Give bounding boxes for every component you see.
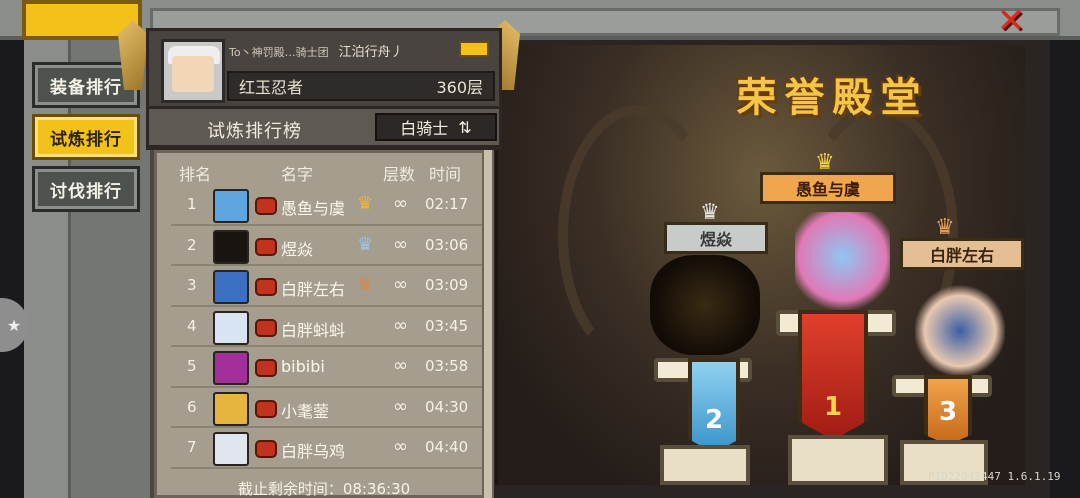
leaderboard-header-bar: 试炼排行榜 白骑士 ⇅ [146, 106, 502, 148]
class-selector-label: 白骑士 [400, 119, 449, 138]
pet-icon [255, 399, 277, 418]
row-player-name: 煜焱 [281, 239, 314, 259]
row-avatar [213, 229, 249, 264]
class-selector-button[interactable]: 白骑士 ⇅ [375, 113, 497, 141]
table-header: 排名 名字 层数 时间 [157, 161, 491, 185]
row-player-name: 白胖左右 [281, 280, 346, 299]
row-rank: 2 [187, 235, 197, 254]
first-place-nameplate: 愚鱼与虞 [760, 172, 896, 204]
row-player-name: bibibi [281, 357, 325, 376]
row-time: 03:58 [425, 357, 469, 375]
close-button[interactable]: ✕ [990, 1, 1032, 41]
row-rank: 6 [187, 397, 197, 416]
column-name: 名字 [281, 165, 314, 184]
pet-icon [255, 359, 277, 377]
pillar-base-1 [788, 435, 888, 485]
banner-rank-2: 2 [688, 358, 740, 453]
first-place-character [795, 212, 890, 312]
player-name: 红玉忍者 [239, 78, 304, 97]
row-floors: ∞ [393, 193, 408, 214]
leaderboard-table: 排名 名字 层数 时间 1 愚鱼与虞 ♛ ∞ 02:17 2 煜焱 ♛ ∞ 03:06 3 白胖左右 ♛… [154, 150, 494, 498]
table-row[interactable]: 5 bibibi ∞ 03:58 [171, 347, 487, 388]
row-rank: 1 [187, 195, 197, 213]
row-time: 03:45 [425, 316, 469, 335]
banner-rank-3: 3 [924, 375, 972, 445]
row-player-name: 白胖蚪蚪 [281, 320, 346, 340]
countdown-text: 截止剩余时间：08:36:30 [237, 480, 411, 498]
leaderboard-rows: 1 愚鱼与虞 ♛ ∞ 02:17 2 煜焱 ♛ ∞ 03:06 3 白胖左右 ♛ ∞ 03:09 4 白胖蚪蚪 ∞… [171, 185, 487, 469]
table-row[interactable]: 1 愚鱼与虞 ♛ ∞ 02:17 [171, 185, 487, 226]
trophy-icon: ♛ [357, 193, 374, 214]
third-place-character [915, 285, 1005, 377]
table-row[interactable]: 7 白胖乌鸡 ∞ 04:40 [171, 428, 487, 469]
row-player-name: 白胖乌鸡 [281, 442, 346, 461]
row-floors: ∞ [393, 314, 408, 336]
row-rank: 4 [187, 316, 197, 335]
pet-icon [255, 197, 277, 215]
table-row[interactable]: 3 白胖左右 ♛ ∞ 03:09 [171, 266, 487, 307]
trophy-icon: ♛ [357, 274, 374, 295]
swap-icon: ⇅ [458, 117, 472, 137]
row-floors: ∞ [393, 233, 408, 255]
pet-icon [255, 318, 277, 337]
row-time: 04:40 [425, 438, 469, 456]
row-player-name: 愚鱼与虞 [281, 199, 346, 218]
guild-badge-icon [459, 41, 489, 57]
row-time: 02:17 [425, 195, 469, 213]
player-avatar[interactable] [161, 39, 225, 103]
tab-column [24, 40, 152, 498]
row-avatar [213, 351, 249, 385]
player-guild: To丶神罚殿…骑士团 江泊行舟丿 [229, 45, 404, 60]
column-floors: 层数 [383, 165, 416, 184]
row-player-name: 小耄蓥 [281, 401, 330, 421]
leaderboard-title: 试炼排行榜 [207, 121, 302, 142]
row-rank: 7 [187, 438, 197, 456]
row-avatar [213, 189, 249, 223]
pet-icon [255, 440, 277, 458]
pet-icon [255, 237, 277, 256]
table-row[interactable]: 4 白胖蚪蚪 ∞ 03:45 [171, 307, 487, 347]
pillar-base-2 [660, 445, 750, 485]
row-time: 03:09 [425, 276, 469, 294]
trophy-icon: ♛ [357, 233, 374, 255]
row-avatar [213, 391, 249, 426]
tab-crusade-ranking[interactable]: 讨伐排行 [32, 166, 140, 212]
row-avatar [213, 432, 249, 466]
player-name-bar: 红玉忍者 360层 [227, 71, 495, 101]
banner-rank-1: 1 [798, 310, 868, 440]
row-floors: ∞ [393, 355, 408, 376]
crown-bronze-icon: ♛ [935, 215, 955, 240]
second-place-nameplate: 煜焱 [664, 222, 768, 254]
column-rank: 排名 [179, 165, 212, 184]
player-floor: 360层 [436, 78, 483, 97]
pet-icon [255, 278, 277, 296]
row-rank: 3 [187, 276, 197, 294]
tab-trial-ranking[interactable]: 试炼排行 [32, 114, 140, 160]
row-avatar [213, 270, 249, 304]
table-row[interactable]: 2 煜焱 ♛ ∞ 03:06 [171, 226, 487, 266]
row-time: 03:06 [425, 235, 469, 254]
third-place-nameplate: 白胖左右 [900, 238, 1024, 270]
row-time: 04:30 [425, 397, 469, 416]
hall-title: 荣誉殿堂 [736, 75, 929, 121]
scrollbar[interactable] [482, 150, 492, 498]
row-floors: ∞ [393, 436, 408, 457]
version-label: PID22945447 1.6.1.19 [928, 470, 1061, 483]
row-floors: ∞ [393, 395, 408, 417]
row-floors: ∞ [393, 274, 408, 295]
row-rank: 5 [187, 357, 197, 375]
row-avatar [213, 310, 249, 345]
column-time: 时间 [429, 165, 462, 184]
table-row[interactable]: 6 小耄蓥 ∞ 04:30 [171, 388, 487, 428]
second-place-character [650, 255, 760, 355]
